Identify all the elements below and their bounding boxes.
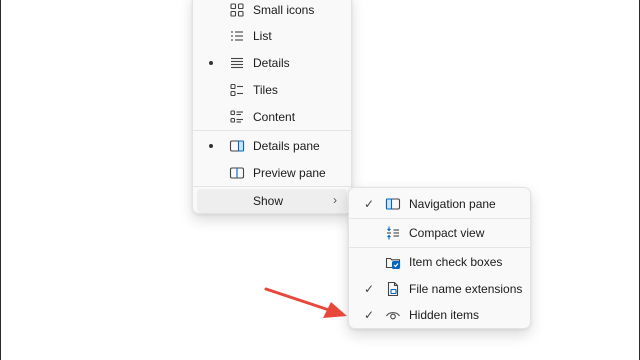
menu-item-label: Item check boxes xyxy=(409,255,503,269)
menu-item-label: Small icons xyxy=(253,3,315,17)
menu-item-file-name-extensions[interactable]: ✓ File name extensions xyxy=(353,276,526,302)
menu-item-content[interactable]: Content xyxy=(197,104,347,130)
small-icons-icon xyxy=(229,2,245,18)
menu-separator xyxy=(349,247,530,248)
menu-item-label: Tiles xyxy=(253,83,278,97)
menu-item-label: Details pane xyxy=(253,139,320,153)
menu-item-details[interactable]: Details xyxy=(197,50,347,76)
check-icon: ✓ xyxy=(364,282,375,296)
menu-item-label: Show xyxy=(253,194,284,208)
menu-item-show[interactable]: Show › xyxy=(197,189,347,213)
check-icon: ✓ xyxy=(364,197,375,211)
menu-item-navigation-pane[interactable]: ✓ Navigation pane xyxy=(353,191,526,217)
details-icon xyxy=(229,55,245,71)
annotation-arrow-icon xyxy=(264,287,347,318)
menu-item-label: Details xyxy=(253,56,290,70)
menu-separator xyxy=(193,186,351,187)
menu-item-list[interactable]: List xyxy=(197,23,347,49)
file-name-extensions-icon xyxy=(385,281,401,297)
show-submenu: ✓ Navigation pane Compact view Item chec… xyxy=(348,187,531,329)
view-menu: Small icons List Details Tiles Content D… xyxy=(192,0,352,214)
menu-item-tiles[interactable]: Tiles xyxy=(197,77,347,103)
tiles-icon xyxy=(229,82,245,98)
menu-item-label: Hidden items xyxy=(409,308,480,322)
menu-item-label: Compact view xyxy=(409,226,485,240)
details-pane-icon xyxy=(229,138,245,154)
menu-item-hidden-items[interactable]: ✓ Hidden items xyxy=(353,302,526,328)
menu-item-preview-pane[interactable]: Preview pane xyxy=(197,160,347,186)
content-icon xyxy=(229,109,245,125)
menu-item-item-check-boxes[interactable]: Item check boxes xyxy=(353,249,526,275)
menu-item-small-icons[interactable]: Small icons xyxy=(197,0,347,23)
menu-item-label: Preview pane xyxy=(253,166,326,180)
menu-item-label: Navigation pane xyxy=(409,197,496,211)
compact-view-icon xyxy=(385,225,401,241)
preview-pane-icon xyxy=(229,165,245,181)
menu-item-label: Content xyxy=(253,110,296,124)
navigation-pane-icon xyxy=(385,196,401,212)
hidden-items-icon xyxy=(385,307,401,323)
chevron-right-icon: › xyxy=(333,193,337,207)
menu-separator xyxy=(349,218,530,219)
check-icon: ✓ xyxy=(364,308,375,322)
menu-item-compact-view[interactable]: Compact view xyxy=(353,220,526,246)
item-check-boxes-icon xyxy=(385,254,401,270)
selected-bullet xyxy=(209,61,213,65)
menu-item-details-pane[interactable]: Details pane xyxy=(197,133,347,159)
list-icon xyxy=(229,28,245,44)
menu-separator xyxy=(193,130,351,131)
selected-bullet xyxy=(209,144,213,148)
menu-item-label: List xyxy=(253,29,272,43)
menu-item-label: File name extensions xyxy=(409,282,523,296)
